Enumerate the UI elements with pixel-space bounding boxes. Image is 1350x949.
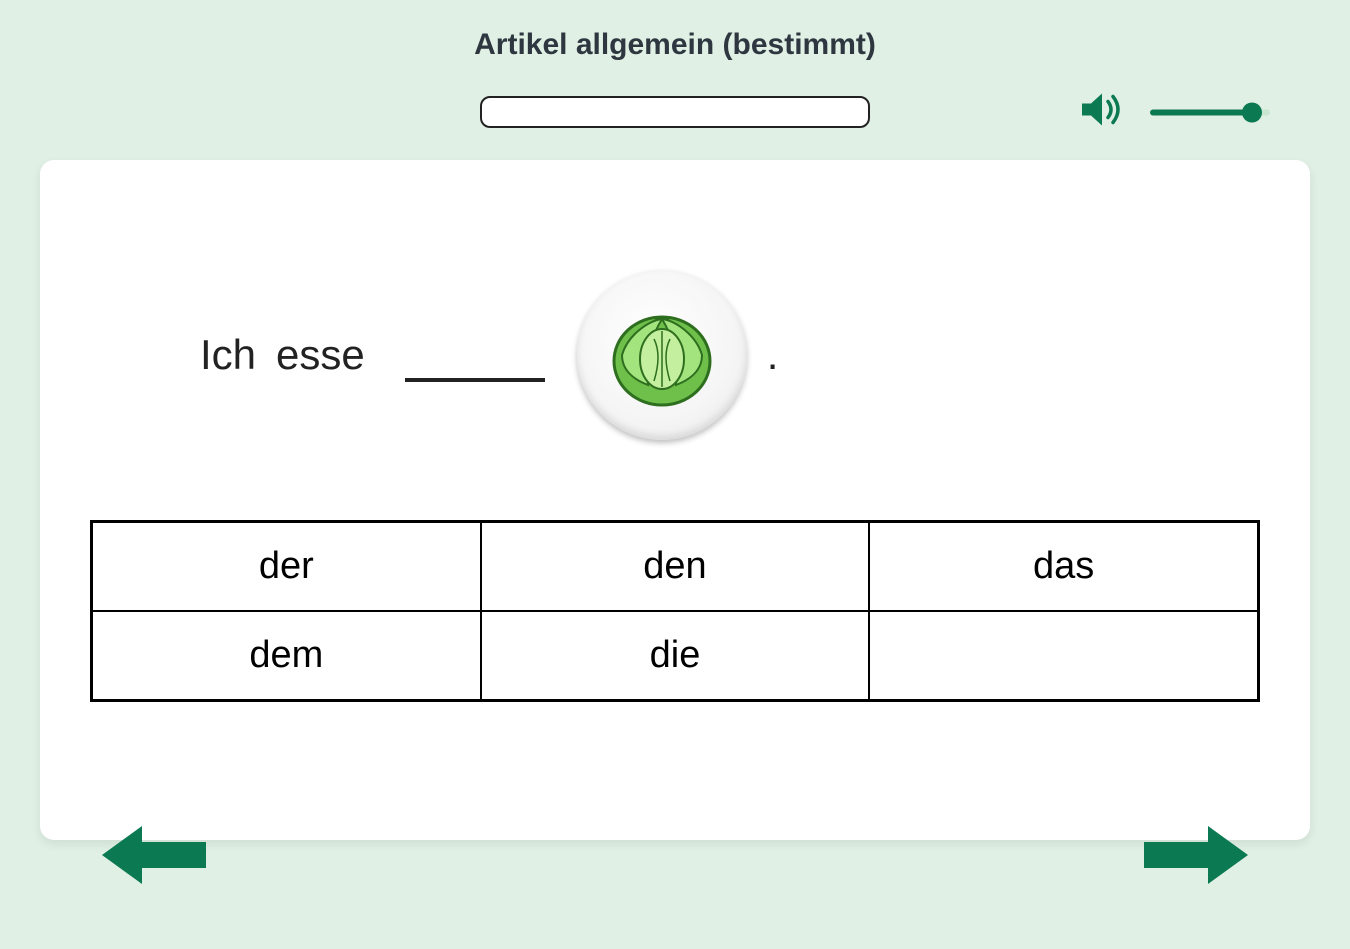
options-grid: der den das dem die [90, 520, 1260, 702]
volume-slider[interactable] [1150, 102, 1270, 122]
object-image-cabbage [577, 270, 747, 440]
audio-controls [1078, 90, 1270, 135]
sentence-word: Ich [200, 331, 256, 379]
option-empty [869, 611, 1258, 700]
exercise-card: Ich esse . der den das dem die [40, 160, 1310, 840]
sentence-blank[interactable] [405, 340, 545, 382]
page-title: Artikel allgemein (bestimmt) [0, 0, 1350, 62]
next-arrow-icon[interactable] [1140, 820, 1250, 895]
prev-arrow-icon[interactable] [100, 820, 210, 895]
sentence-period: . [767, 331, 779, 379]
speaker-icon[interactable] [1078, 90, 1126, 135]
top-bar [0, 92, 1350, 132]
option-der[interactable]: der [92, 522, 481, 611]
option-das[interactable]: das [869, 522, 1258, 611]
sentence-row: Ich esse . [200, 270, 1260, 440]
option-dem[interactable]: dem [92, 611, 481, 700]
option-die[interactable]: die [481, 611, 870, 700]
option-den[interactable]: den [481, 522, 870, 611]
sentence-word: esse [276, 331, 365, 379]
cabbage-icon [602, 295, 722, 415]
answer-input[interactable] [480, 96, 870, 128]
